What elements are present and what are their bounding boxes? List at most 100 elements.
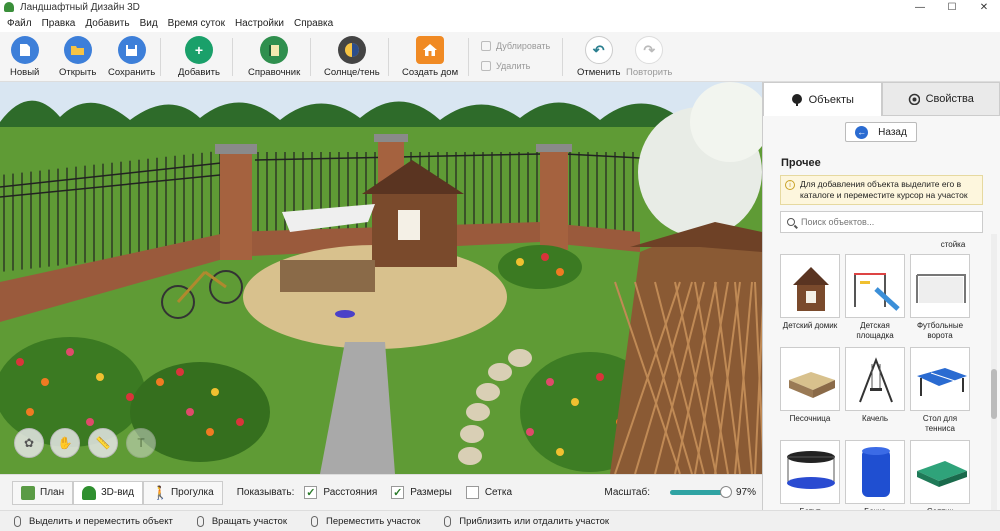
- save-button[interactable]: Сохранить: [108, 36, 155, 78]
- toolbar: Новый Открыть Сохранить + Добавить Справ…: [0, 32, 1000, 82]
- search-input[interactable]: [801, 217, 971, 227]
- ruler-icon[interactable]: 📏: [88, 428, 118, 458]
- pan-hand-icon[interactable]: ✋: [50, 428, 80, 458]
- create-house-button[interactable]: Создать дом: [402, 36, 458, 78]
- create-house-label: Создать дом: [402, 67, 459, 78]
- status-text: Вращать участок: [211, 515, 287, 527]
- reference-label: Справочник: [248, 67, 301, 78]
- folder-icon: [63, 36, 92, 64]
- zoom-handle[interactable]: [720, 486, 733, 498]
- gear-icon: [908, 93, 920, 105]
- hint-text: Для добавления объекта выделите его в ка…: [800, 179, 968, 200]
- undo-label: Отменить: [577, 67, 621, 78]
- catalog-scrollbar[interactable]: [991, 234, 997, 510]
- menu-edit[interactable]: Правка: [37, 18, 81, 29]
- menu-settings[interactable]: Настройки: [230, 18, 289, 29]
- sun-shadow-label: Солнце/тень: [324, 67, 380, 78]
- 3d-view-button[interactable]: 3D-вид: [73, 480, 143, 505]
- catalog-item-label: Качель: [861, 414, 889, 423]
- back-button[interactable]: ← Назад: [845, 122, 917, 142]
- swing-icon: [845, 347, 905, 411]
- select-objects-tool-icon[interactable]: ✿: [14, 428, 44, 458]
- new-button[interactable]: Новый: [10, 36, 39, 78]
- status-text: Выделить и переместить объект: [29, 515, 173, 527]
- soccer-goal-icon: [910, 254, 970, 318]
- mouse-wheel-icon: [444, 515, 452, 527]
- zoom-slider[interactable]: [669, 486, 733, 498]
- menu-time-of-day[interactable]: Время суток: [163, 18, 230, 29]
- info-icon: i: [785, 180, 795, 190]
- category-title: Прочее: [781, 157, 821, 169]
- delete-button[interactable]: Удалить: [481, 61, 530, 71]
- duplicate-icon: [481, 41, 491, 51]
- catalog-item[interactable]: Септик: [909, 440, 971, 510]
- save-label: Сохранить: [108, 67, 156, 78]
- menu-add[interactable]: Добавить: [80, 18, 134, 29]
- walking-person-icon: 🚶: [151, 484, 169, 500]
- open-button[interactable]: Открыть: [59, 36, 96, 78]
- app-logo-icon: [4, 2, 14, 12]
- distances-checkbox[interactable]: ✓ Расстояния: [304, 486, 377, 499]
- undo-button[interactable]: ↶ Отменить: [577, 36, 620, 78]
- scrollbar-thumb[interactable]: [991, 369, 997, 419]
- add-button[interactable]: + Добавить: [178, 36, 220, 78]
- walk-view-button[interactable]: 🚶 Прогулка: [142, 480, 223, 505]
- status-move-plot: Переместить участок: [310, 515, 420, 527]
- distances-check-icon: ✓: [304, 486, 318, 499]
- zoom-control: Масштаб: 97%: [604, 486, 756, 498]
- menu-file[interactable]: Файл: [2, 18, 37, 29]
- menu-help[interactable]: Справка: [289, 18, 338, 29]
- catalog-item[interactable]: Качель: [844, 347, 906, 424]
- tab-objects[interactable]: Объекты: [763, 82, 882, 116]
- grid-label: Сетка: [484, 487, 513, 498]
- tab-properties[interactable]: Свойства: [881, 82, 1000, 116]
- zoom-value: 97%: [735, 487, 756, 498]
- window-title: Ландшафтный Дизайн 3D: [20, 1, 140, 13]
- catalog-item-label: Футбольные ворота: [916, 321, 964, 340]
- add-label: Добавить: [178, 67, 220, 78]
- sun-shadow-icon: [337, 36, 366, 64]
- catalog-item[interactable]: Батут: [779, 440, 841, 510]
- garden-scene: [0, 82, 762, 474]
- catalog-item[interactable]: Футбольные ворота: [909, 254, 971, 341]
- catalog-item[interactable]: Песочница: [779, 347, 841, 424]
- grid-checkbox[interactable]: Сетка: [465, 486, 513, 499]
- duplicate-button[interactable]: Дублировать: [481, 41, 550, 51]
- redo-button[interactable]: ↷ Повторить: [626, 36, 672, 78]
- menu-view[interactable]: Вид: [135, 18, 163, 29]
- delete-label: Удалить: [496, 61, 531, 71]
- sizes-checkbox[interactable]: ✓ Размеры: [391, 486, 452, 499]
- book-icon: [260, 36, 289, 64]
- minimize-button[interactable]: —: [904, 0, 936, 14]
- toolbar-separator: [232, 38, 233, 76]
- maximize-button[interactable]: ☐: [936, 0, 968, 14]
- tree-icon: [791, 93, 802, 106]
- catalog-item-label: Септик: [907, 507, 973, 510]
- catalog-item[interactable]: Детский домик: [779, 254, 841, 331]
- search-box: [780, 211, 983, 233]
- trash-icon: [481, 61, 491, 71]
- septic-icon: [910, 440, 970, 504]
- close-button[interactable]: ✕: [968, 0, 1000, 14]
- catalog-item-label: Детский домик: [782, 321, 838, 330]
- catalog-item[interactable]: Детская площадка: [844, 254, 906, 341]
- tab-properties-label: Свойства: [925, 93, 974, 105]
- 3d-viewport[interactable]: ✿ ✋ 📏 T: [0, 82, 762, 474]
- plus-icon: +: [185, 36, 213, 64]
- sun-shadow-button[interactable]: Солнце/тень: [324, 36, 380, 78]
- catalog-grid: стойка Детский домик Детская площадка Футб…: [775, 234, 981, 510]
- reference-button[interactable]: Справочник: [248, 36, 300, 78]
- catalog-item-label: Детская площадка: [856, 321, 894, 340]
- right-panel: Объекты Свойства ← Назад Прочее i Для до…: [762, 82, 1000, 510]
- status-text: Приблизить или отдалить участок: [459, 515, 610, 527]
- mouse-right-icon: [196, 515, 204, 527]
- undo-icon: ↶: [584, 36, 613, 64]
- tab-objects-label: Объекты: [808, 93, 854, 106]
- catalog-item[interactable]: Бочка пластиковая: [844, 440, 906, 510]
- status-select-move: Выделить и переместить объект: [14, 515, 173, 527]
- plan-view-button[interactable]: План: [12, 480, 74, 505]
- toolbar-separator: [160, 38, 161, 76]
- text-tool-icon[interactable]: T: [126, 428, 156, 458]
- catalog-item[interactable]: Стол для тенниса: [909, 347, 971, 434]
- sizes-label: Размеры: [410, 487, 452, 498]
